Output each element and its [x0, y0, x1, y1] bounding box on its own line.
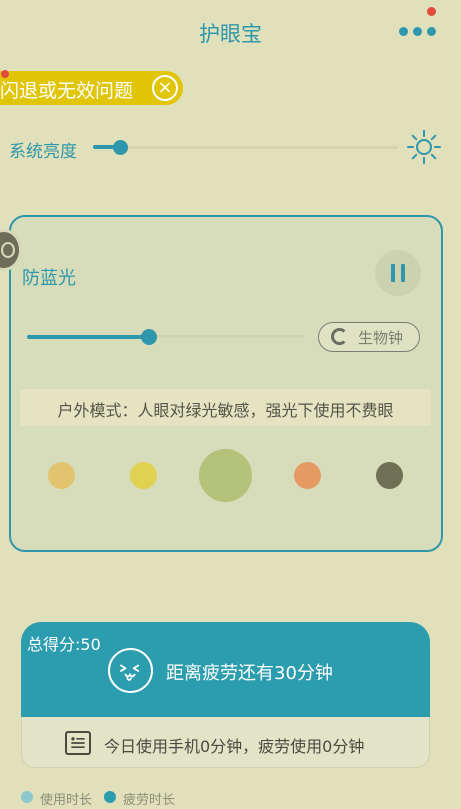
pause-button[interactable]: [375, 250, 421, 296]
bioclock-label[interactable]: 生物钟: [358, 327, 403, 348]
color-swatch-olive[interactable]: [376, 462, 403, 489]
brightness-label: 系统亮度: [9, 142, 77, 162]
fatigue-message: 距离疲劳还有30分钟: [166, 663, 333, 684]
color-swatch-green[interactable]: [199, 449, 252, 502]
pause-icon: [391, 264, 395, 282]
page-title: 护眼宝: [199, 22, 262, 46]
legend-label-usage: 使用时长: [40, 793, 93, 808]
more-dots-icon[interactable]: [399, 24, 439, 38]
legend-dot-fatigue: [104, 791, 116, 803]
usage-summary: 今日使用手机0分钟，疲劳使用0分钟: [104, 737, 365, 756]
legend-dot-usage: [21, 791, 33, 803]
notification-badge: [427, 7, 436, 16]
close-circle-icon[interactable]: ×: [152, 75, 178, 101]
score-text: 总得分:50: [27, 635, 101, 654]
mode-tip-text: 户外模式：人眼对绿光敏感，强光下使用不费眼: [57, 401, 394, 420]
banner-badge: [1, 70, 9, 78]
color-swatch-light-yellow[interactable]: [48, 462, 75, 489]
filter-intensity-fill: [27, 335, 149, 339]
tired-face-icon: [108, 648, 153, 693]
issue-banner-text[interactable]: 闪退或无效问题: [0, 76, 133, 103]
sun-icon[interactable]: [407, 130, 441, 164]
color-swatch-yellow[interactable]: [130, 462, 157, 489]
moon-clock-icon: [331, 328, 348, 345]
list-icon: [65, 731, 91, 755]
legend-label-fatigue: 疲劳时长: [123, 793, 176, 808]
filter-intensity-thumb[interactable]: [141, 329, 157, 345]
brightness-slider-thumb[interactable]: [113, 140, 128, 155]
bluelight-label: 防蓝光: [22, 268, 76, 289]
color-swatch-orange[interactable]: [294, 462, 321, 489]
brightness-slider-track[interactable]: [93, 146, 398, 149]
